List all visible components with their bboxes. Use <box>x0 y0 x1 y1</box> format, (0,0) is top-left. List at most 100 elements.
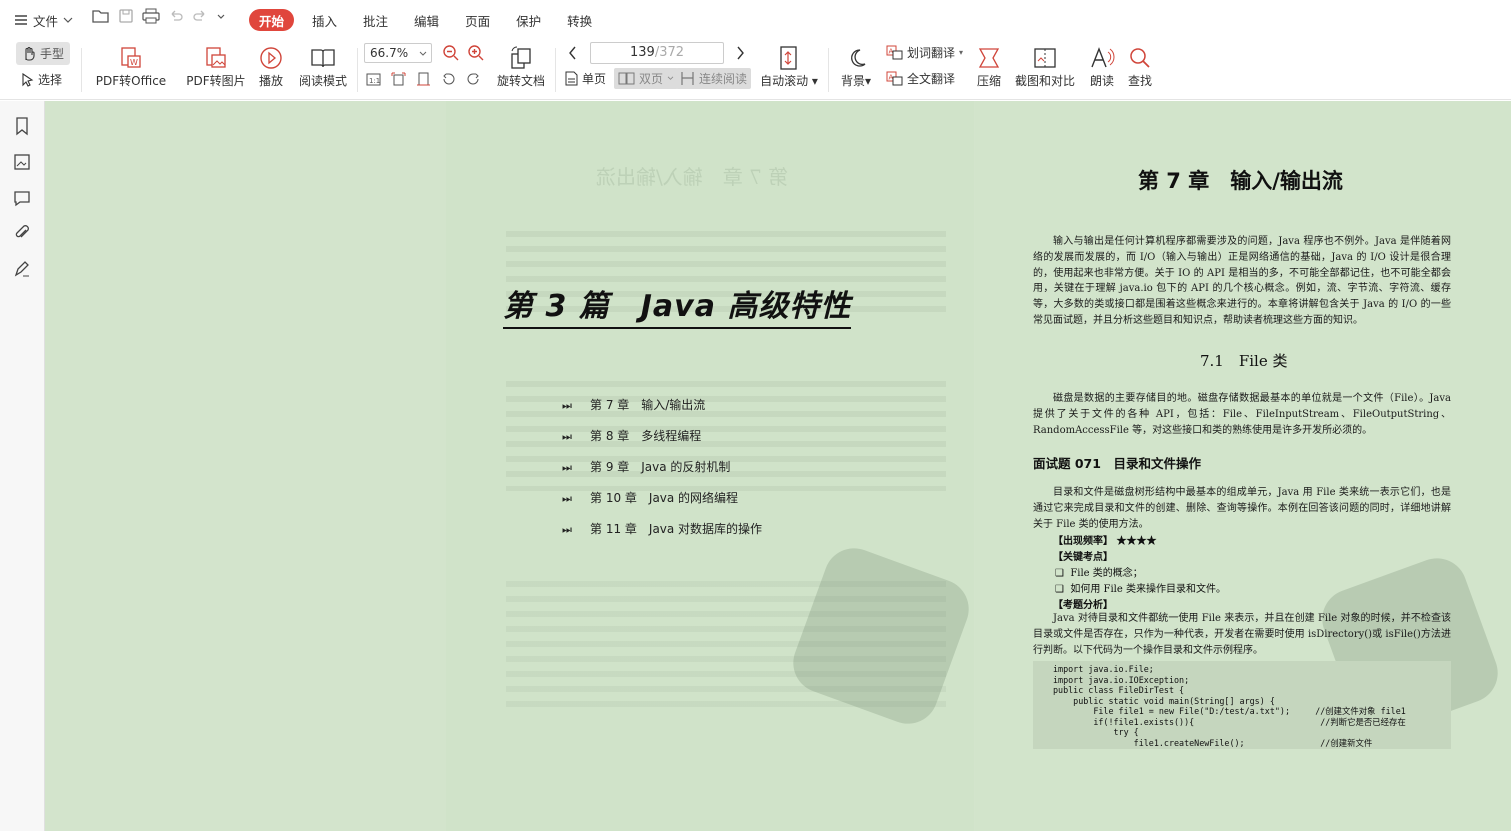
full-translate-label: 全文翻译 <box>907 72 956 86</box>
file-menu-label: 文件 <box>33 13 59 29</box>
key-point-text: 如何用 File 类来操作目录和文件。 <box>1070 584 1226 595</box>
undo-icon[interactable] <box>168 8 184 24</box>
double-page-button[interactable]: 双页 <box>614 68 679 89</box>
rotate-right-icon[interactable] <box>466 72 481 87</box>
screenshot-compare-button[interactable]: 截图和对比 <box>1013 44 1077 89</box>
frequency-line: 【出现频率】 ★★★★ <box>1053 536 1157 547</box>
full-translate-button[interactable]: A 全文翻译 <box>886 70 955 87</box>
file-menu[interactable]: 文件 <box>14 8 73 32</box>
quick-access-dropdown-icon[interactable] <box>216 11 226 21</box>
section-paragraph: 磁盘是数据的主要存储目的地。磁盘存储数据最基本的单位就是一个文件（File）。J… <box>1033 393 1451 436</box>
pdf-to-office-label: PDF转Office <box>95 74 167 88</box>
continuous-read-icon <box>681 72 694 85</box>
skip-forward-icon: ⏭ <box>562 523 572 536</box>
hand-tool-button[interactable]: 手型 <box>16 42 71 65</box>
open-folder-icon[interactable] <box>92 8 110 24</box>
svg-text:1:1: 1:1 <box>369 77 380 85</box>
toc-item[interactable]: ⏭ 第 8 章 多线程编程 <box>562 427 701 444</box>
signature-icon[interactable] <box>12 259 32 279</box>
read-mode-button[interactable]: 阅读模式 <box>297 44 349 89</box>
zoom-in-icon[interactable] <box>467 44 485 62</box>
ribbon-toolbar: 手型 选择 W PDF转Office PDF转图片 播放 阅读模式 66.7% … <box>0 40 1511 100</box>
tab-edit[interactable]: 编辑 <box>402 9 451 31</box>
rotate-document-icon <box>511 46 531 69</box>
question-heading: 面试题 071 目录和文件操作 <box>1033 456 1201 471</box>
read-aloud-icon <box>1091 47 1115 68</box>
left-page: 第 7 章 输入/输出流 第 3 篇 Java 高级特性 ⏭ 第 7 章 输入/输… <box>446 101 978 831</box>
find-button[interactable]: 查找 <box>1124 44 1156 89</box>
print-icon[interactable] <box>142 8 160 24</box>
continuous-read-label: 连续阅读 <box>699 72 748 86</box>
rotate-document-button[interactable]: 旋转文档 <box>495 44 547 89</box>
double-page-icon <box>618 72 635 85</box>
chapter-title: 第 7 章 输入/输出流 <box>1138 169 1343 193</box>
toc-item[interactable]: ⏭ 第 11 章 Java 对数据库的操作 <box>562 520 762 537</box>
divider <box>828 48 829 92</box>
skip-forward-icon: ⏭ <box>562 399 572 412</box>
next-page-icon[interactable] <box>734 45 746 61</box>
chevron-down-icon: ▾ <box>959 48 964 57</box>
part-title: 第 3 篇 Java 高级特性 <box>503 281 852 329</box>
play-button[interactable]: 播放 <box>256 44 286 89</box>
pdf-to-image-button[interactable]: PDF转图片 <box>185 44 247 89</box>
background-text: 背景 <box>840 74 865 88</box>
chevron-down-icon <box>419 51 427 56</box>
right-page: 第 7 章 输入/输出流 输入与输出是任何计算机程序都需要涉及的问题，Java … <box>975 101 1511 831</box>
thumbnail-icon[interactable] <box>12 152 32 172</box>
tab-start[interactable]: 开始 <box>249 9 295 31</box>
divider <box>555 48 556 92</box>
bleed-through-text: 第 7 章 输入/输出流 <box>596 165 789 189</box>
page-number-input[interactable]: 139/372 <box>590 42 724 64</box>
zoom-select[interactable]: 66.7% <box>364 43 432 63</box>
compress-button[interactable]: 压缩 <box>973 44 1005 89</box>
tab-annotate[interactable]: 批注 <box>351 9 400 31</box>
select-tool-button[interactable]: 选择 <box>22 71 62 88</box>
actual-size-icon[interactable]: 1:1 <box>366 72 381 87</box>
toc-item[interactable]: ⏭ 第 10 章 Java 的网络编程 <box>562 489 738 506</box>
intro-paragraph: 输入与输出是任何计算机程序都需要涉及的问题，Java 程序也不例外。Java 是… <box>1033 236 1451 326</box>
find-label: 查找 <box>1127 74 1152 88</box>
word-translate-button[interactable]: A 划词翻译 ▾ <box>886 44 963 61</box>
bookmark-icon[interactable] <box>12 116 32 136</box>
auto-scroll-button[interactable]: 自动滚动 ▾ <box>760 44 818 89</box>
auto-scroll-text: 自动滚动 <box>760 74 809 88</box>
chevron-down-icon <box>667 76 674 80</box>
select-tool-label: 选择 <box>38 73 63 87</box>
continuous-read-button[interactable]: 连续阅读 <box>676 68 752 89</box>
tab-insert[interactable]: 插入 <box>300 9 349 31</box>
tab-protect[interactable]: 保护 <box>504 9 553 31</box>
tab-page[interactable]: 页面 <box>453 9 502 31</box>
section-title: 7.1 File 类 <box>1200 352 1288 370</box>
left-sidebar <box>0 101 45 831</box>
divider <box>357 48 358 92</box>
background-button[interactable]: 背景▾ <box>838 44 874 89</box>
read-mode-label: 阅读模式 <box>298 74 347 88</box>
fit-page-icon[interactable] <box>391 72 406 87</box>
background-label: 背景▾ <box>840 74 872 88</box>
divider <box>81 48 82 92</box>
fit-width-icon[interactable] <box>416 72 431 87</box>
toc-item-label: 第 8 章 多线程编程 <box>590 429 702 443</box>
toc-item-label: 第 10 章 Java 的网络编程 <box>590 491 739 505</box>
zoom-out-icon[interactable] <box>442 44 460 62</box>
skip-forward-icon: ⏭ <box>562 492 572 505</box>
read-aloud-button[interactable]: 朗读 <box>1086 44 1118 89</box>
pdf-to-image-icon <box>206 47 226 68</box>
double-page-label: 双页 <box>639 72 664 86</box>
toc-item[interactable]: ⏭ 第 7 章 输入/输出流 <box>562 396 705 413</box>
rotate-left-icon[interactable] <box>441 72 456 87</box>
attachment-icon[interactable] <box>12 223 32 243</box>
compress-label: 压缩 <box>976 74 1001 88</box>
prev-page-icon[interactable] <box>567 45 579 61</box>
comment-icon[interactable] <box>12 188 32 208</box>
single-page-button[interactable]: 单页 <box>565 70 606 87</box>
tab-convert[interactable]: 转换 <box>555 9 604 31</box>
document-canvas[interactable]: 第 7 章 输入/输出流 第 3 篇 Java 高级特性 ⏭ 第 7 章 输入/输… <box>45 101 1511 831</box>
auto-scroll-label: 自动滚动 ▾ <box>760 74 818 88</box>
pdf-to-office-button[interactable]: W PDF转Office <box>92 44 170 89</box>
save-icon[interactable] <box>118 8 134 24</box>
redo-icon[interactable] <box>192 8 208 24</box>
toc-item[interactable]: ⏭ 第 9 章 Java 的反射机制 <box>562 458 730 475</box>
auto-scroll-icon <box>780 46 797 70</box>
page-current: 139 <box>629 45 655 60</box>
